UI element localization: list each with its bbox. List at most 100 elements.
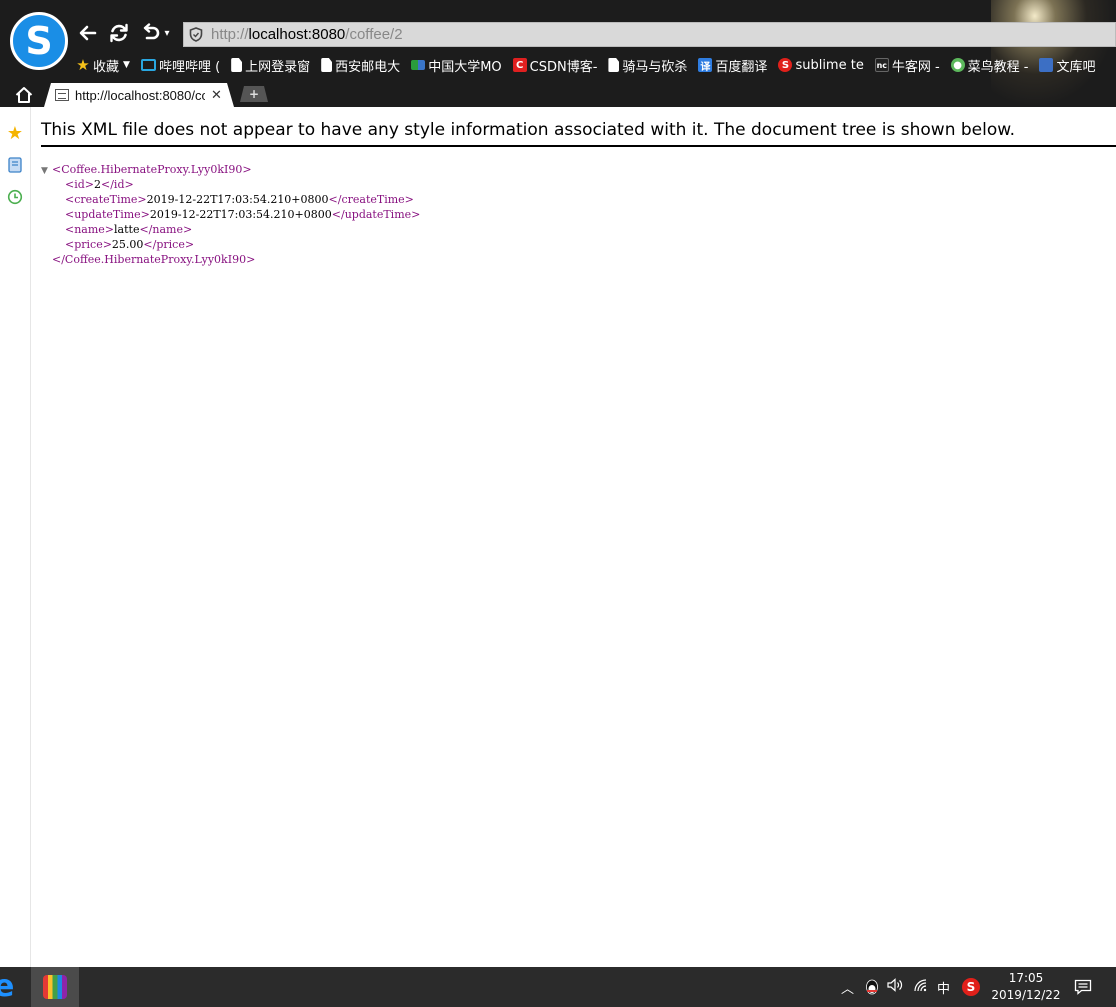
xml-close-tag: </createTime> — [328, 193, 414, 206]
refresh-icon — [110, 23, 128, 43]
page-icon — [321, 58, 333, 72]
star-icon: ★ — [76, 56, 90, 74]
xml-close-tag: </updateTime> — [331, 208, 421, 221]
bookmark-label: 西安邮电大 — [335, 59, 401, 75]
xml-value: latte — [114, 223, 140, 236]
nowcoder-icon: nc — [874, 58, 889, 72]
bookmark-label: 菜鸟教程 - — [967, 59, 1029, 75]
xml-element-updateTime: <updateTime>2019-12-22T17:03:54.210+0800… — [41, 207, 420, 222]
bookmark-wenku[interactable]: 文库吧 — [1039, 56, 1096, 75]
notification-center-icon[interactable] — [1073, 978, 1093, 996]
xml-open-tag: <id> — [65, 178, 94, 191]
shield-icon[interactable] — [184, 23, 208, 46]
volume-icon[interactable] — [887, 978, 903, 992]
tab-strip: http://localhost:8080/coffee/2 ✕ + — [0, 83, 1116, 107]
page-content: This XML file does not appear to have an… — [31, 107, 1116, 967]
caret-down-icon: ▾ — [164, 27, 170, 39]
taskbar-app-button[interactable] — [31, 967, 79, 1007]
home-icon — [15, 87, 33, 103]
xml-element-createTime: <createTime>2019-12-22T17:03:54.210+0800… — [41, 192, 420, 207]
wenku-icon — [1039, 58, 1054, 72]
bilibili-icon — [140, 59, 156, 71]
bookmark-label: 文库吧 — [1056, 59, 1096, 75]
url-scheme: http:// — [211, 26, 249, 43]
bookmark-label: sublime te — [795, 57, 864, 73]
show-hidden-icons-chevron-icon[interactable]: ︿ — [841, 978, 854, 997]
reading-list-icon[interactable] — [6, 156, 24, 174]
url-text[interactable]: http://localhost:8080/coffee/2 — [208, 26, 403, 43]
bookmark-label: 百度翻译 — [715, 59, 768, 75]
qq-penguin-icon[interactable] — [863, 978, 881, 996]
edge-browser-icon[interactable]: e — [0, 970, 14, 1004]
page-favicon-icon — [55, 89, 69, 101]
xml-open-tag: <updateTime> — [65, 208, 150, 221]
xml-root-close-line: </Coffee.HibernateProxy.Lyy0kI90> — [41, 252, 420, 267]
app-icon — [43, 975, 67, 999]
sogou-ime-icon[interactable]: S — [962, 978, 980, 996]
xml-root-open-line: ▼ <Coffee.HibernateProxy.Lyy0kI90> — [41, 162, 420, 177]
sogou-icon: S — [778, 58, 793, 72]
xml-value: 2 — [94, 178, 101, 191]
bookmark-sublime[interactable]: Ssublime te — [778, 57, 864, 73]
translate-icon: 译 — [698, 58, 713, 73]
bookmark-login[interactable]: 上网登录窗 — [231, 56, 310, 75]
xml-tree: ▼ <Coffee.HibernateProxy.Lyy0kI90> <id>2<… — [41, 162, 420, 267]
taskbar: e ︿ 中 S 17:05 2019/12/22 — [0, 967, 1116, 1007]
bookmark-label: 哔哩哔哩 ( — [158, 59, 221, 75]
xml-root-open-tag: <Coffee.HibernateProxy.Lyy0kI90> — [52, 163, 252, 176]
xml-close-tag: </price> — [143, 238, 195, 251]
bookmark-bilibili[interactable]: 哔哩哔哩 ( — [140, 56, 221, 75]
page-icon — [608, 58, 620, 72]
bookmark-nowcoder[interactable]: nc 牛客网 - — [874, 56, 940, 75]
arrow-left-icon — [79, 25, 97, 41]
url-host: localhost:8080 — [248, 26, 346, 43]
bookmark-xupt[interactable]: 西安邮电大 — [321, 56, 400, 75]
favorites-star-icon[interactable]: ★ — [6, 123, 24, 144]
xml-close-tag: </id> — [101, 178, 134, 191]
back-button[interactable] — [75, 20, 101, 46]
ime-indicator[interactable]: 中 — [937, 978, 950, 997]
bookmark-label: 骑马与砍杀 — [622, 59, 688, 75]
xml-root-close-tag: </Coffee.HibernateProxy.Lyy0kI90> — [52, 253, 256, 266]
browser-logo[interactable]: S — [10, 12, 68, 70]
new-tab-button[interactable]: + — [240, 86, 268, 102]
tab-close-button[interactable]: ✕ — [211, 88, 222, 103]
bookmark-mooc[interactable]: 中国大学MO — [411, 56, 502, 75]
tab-active[interactable]: http://localhost:8080/coffee/2 ✕ — [44, 83, 234, 107]
clock-time: 17:05 — [1008, 971, 1044, 985]
xml-value: 25.00 — [111, 238, 144, 251]
xml-open-tag: <createTime> — [65, 193, 147, 206]
clock-date: 2019/12/22 — [991, 988, 1061, 1002]
xml-element-id: <id>2</id> — [41, 177, 420, 192]
xml-open-tag: <name> — [65, 223, 115, 236]
bookmark-runoob[interactable]: ● 菜鸟教程 - — [950, 56, 1029, 75]
collapse-toggle-icon[interactable]: ▼ — [41, 164, 52, 179]
xml-style-notice: This XML file does not appear to have an… — [41, 120, 1116, 147]
home-button[interactable] — [14, 85, 34, 105]
undo-icon — [143, 23, 160, 40]
sidebar: ★ — [0, 107, 31, 967]
bookmarks-bar: ★ 收藏 ▼ 哔哩哔哩 ( 上网登录窗 西安邮电大 中国大学MO C CSDN博客- … — [76, 54, 1107, 76]
mooc-icon — [411, 60, 426, 70]
browser-chrome: S ▾ http://localhost:8080/coffee/2 ★ 收藏 ▼ … — [0, 0, 1116, 107]
undo-dropdown-button[interactable]: ▾ — [160, 20, 174, 46]
bookmark-favorites[interactable]: ★ 收藏 ▼ — [76, 56, 130, 75]
bookmark-baidu-translate[interactable]: 译百度翻译 — [698, 56, 767, 75]
xml-value: 2019-12-22T17:03:54.210+0800 — [149, 208, 332, 221]
page-icon — [231, 58, 243, 72]
xml-close-tag: </name> — [139, 223, 193, 236]
refresh-button[interactable] — [106, 20, 132, 46]
bookmark-label: CSDN博客- — [529, 59, 598, 75]
bookmark-csdn[interactable]: C CSDN博客- — [512, 56, 598, 75]
address-bar[interactable]: http://localhost:8080/coffee/2 — [183, 22, 1116, 47]
wifi-icon[interactable] — [913, 978, 929, 992]
runoob-icon: ● — [950, 58, 965, 72]
system-clock[interactable]: 17:05 2019/12/22 — [990, 970, 1062, 1004]
logo-letter: S — [25, 19, 53, 63]
bookmark-mount-blade[interactable]: 骑马与砍杀 — [608, 56, 687, 75]
bookmark-label: 牛客网 - — [891, 59, 940, 75]
history-clock-icon[interactable] — [6, 188, 24, 206]
bookmark-label: 上网登录窗 — [245, 59, 311, 75]
xml-element-price: <price>25.00</price> — [41, 237, 420, 252]
tab-title: http://localhost:8080/coffee/2 — [75, 87, 205, 103]
